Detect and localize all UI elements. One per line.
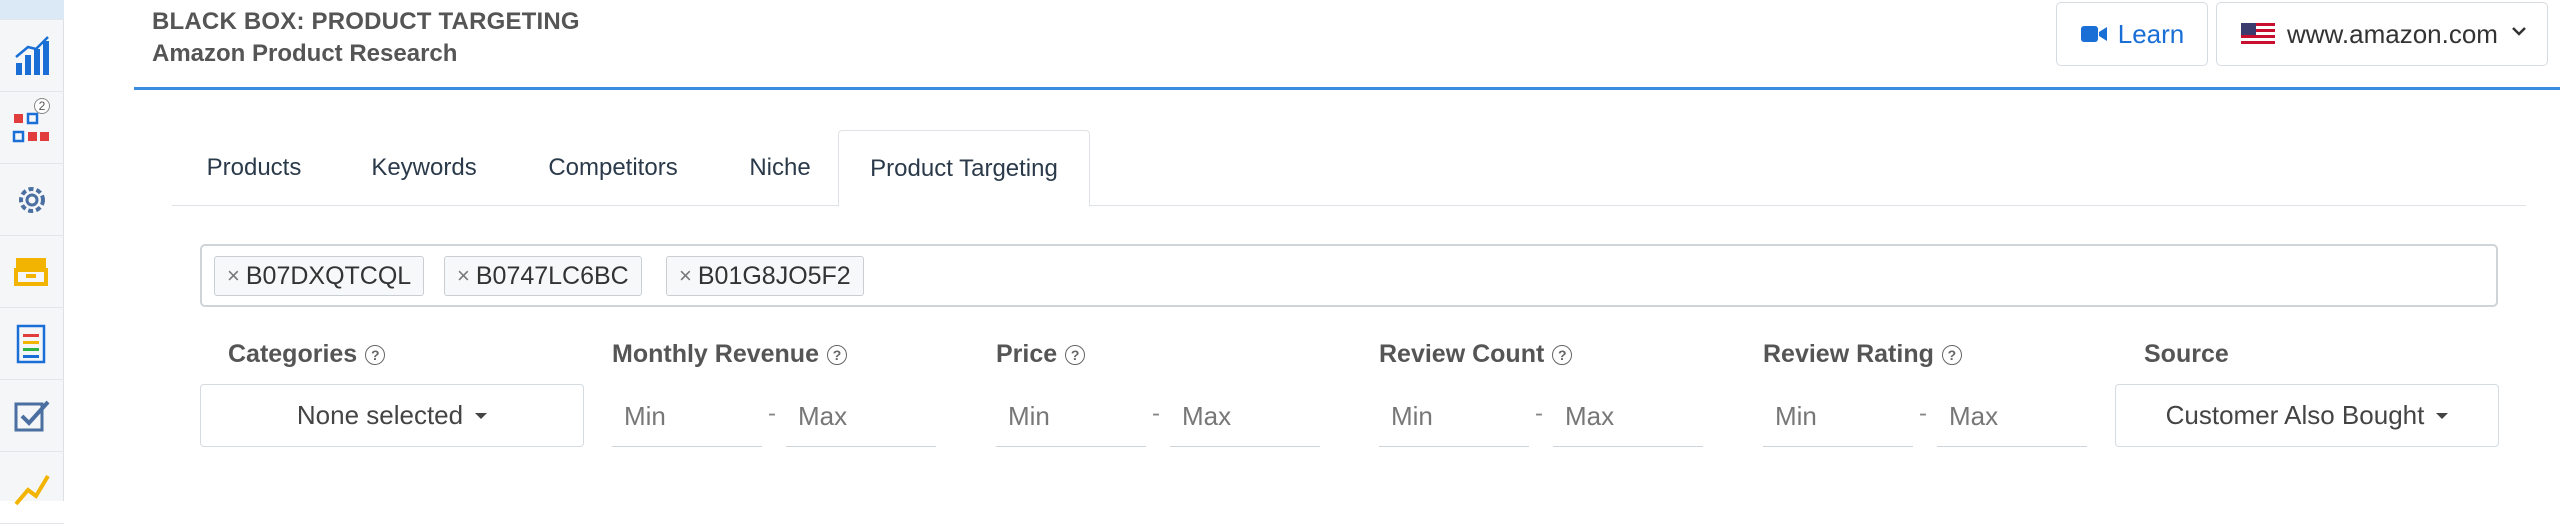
remove-icon[interactable]: × [457, 263, 470, 289]
sidebar-item-settings[interactable] [0, 164, 64, 236]
filter-label-review-count: Review Count ? [1379, 340, 1573, 369]
asin-chip[interactable]: × B07DXQTCQL [214, 256, 425, 296]
tab-niche[interactable]: Niche [714, 130, 846, 206]
categories-value: None selected [296, 400, 464, 430]
caret-down-icon [475, 412, 488, 419]
page-subtitle: Amazon Product Research [152, 40, 458, 67]
learn-button-label: Learn [2117, 18, 2185, 49]
range-separator: - [1919, 400, 1927, 427]
sidebar-item-compare[interactable]: 2 [0, 92, 64, 164]
help-icon[interactable]: ? [826, 344, 847, 365]
price-max-input[interactable] [1170, 386, 1320, 447]
tab-products[interactable]: Products [172, 130, 336, 206]
sidebar-item-box[interactable] [0, 0, 64, 20]
sidebar-item-reports[interactable] [0, 308, 64, 380]
checkbox-icon [14, 400, 50, 431]
tab-product-targeting[interactable]: Product Targeting [838, 130, 1090, 207]
help-icon[interactable]: ? [1065, 344, 1086, 365]
filter-label-categories: Categories ? [228, 340, 386, 369]
review-count-min-input[interactable] [1379, 386, 1529, 447]
caret-down-icon [2436, 412, 2449, 419]
asin-chip-label: B07DXQTCQL [245, 261, 412, 290]
asin-chip-label: B01G8JO5F2 [697, 261, 851, 290]
marketplace-select[interactable]: www.amazon.com [2216, 2, 2548, 66]
sidebar-item-tasks[interactable] [0, 380, 64, 452]
filter-label-monthly-revenue: Monthly Revenue ? [612, 340, 847, 369]
remove-icon[interactable]: × [227, 263, 240, 289]
monthly-revenue-max-input[interactable] [786, 386, 936, 447]
sidebar-item-analytics[interactable] [0, 20, 64, 92]
price-min-input[interactable] [996, 386, 1146, 447]
sidebar: 2 [0, 0, 64, 524]
list-document-icon [16, 324, 46, 363]
sidebar-item-trend[interactable] [0, 452, 64, 524]
review-rating-min-input[interactable] [1763, 386, 1913, 447]
filter-label-source: Source [2144, 340, 2229, 368]
drawer-icon [14, 257, 48, 286]
learn-button[interactable]: Learn [2056, 2, 2208, 66]
range-separator: - [1535, 400, 1543, 427]
asin-chip-label: B0747LC6BC [475, 261, 629, 290]
tab-keywords[interactable]: Keywords [336, 130, 512, 206]
notification-badge: 2 [34, 98, 50, 114]
review-rating-max-input[interactable] [1937, 386, 2087, 447]
chevron-down-icon [2512, 27, 2526, 36]
source-value: Customer Also Bought [2165, 400, 2425, 430]
monthly-revenue-min-input[interactable] [612, 386, 762, 447]
range-separator: - [1152, 400, 1160, 427]
video-camera-icon [2080, 26, 2107, 42]
bar-chart-icon [15, 35, 49, 75]
categories-dropdown[interactable]: None selected [200, 384, 584, 447]
help-icon[interactable]: ? [365, 344, 386, 365]
review-count-max-input[interactable] [1553, 386, 1703, 447]
tab-competitors[interactable]: Competitors [512, 130, 714, 206]
grid-compare-icon [12, 112, 49, 142]
asin-chip[interactable]: × B01G8JO5F2 [666, 256, 864, 296]
asin-input[interactable]: × B07DXQTCQL × B0747LC6BC × B01G8JO5F2 [200, 244, 2498, 307]
source-dropdown[interactable]: Customer Also Bought [2115, 384, 2499, 447]
marketplace-value: www.amazon.com [2287, 18, 2498, 49]
remove-icon[interactable]: × [679, 263, 692, 289]
asin-chip[interactable]: × B0747LC6BC [444, 256, 642, 296]
filter-label-review-rating: Review Rating ? [1763, 340, 1962, 369]
us-flag-icon [2241, 23, 2275, 45]
filter-label-price: Price ? [996, 340, 1086, 369]
tab-bar: Products Keywords Competitors Niche Prod… [172, 130, 2526, 207]
gear-icon [19, 186, 45, 213]
page-title: BLACK BOX: PRODUCT TARGETING [152, 8, 580, 35]
sidebar-item-drawer[interactable] [0, 236, 64, 308]
page-header: BLACK BOX: PRODUCT TARGETING Amazon Prod… [134, 0, 2560, 90]
help-icon[interactable]: ? [1941, 344, 1962, 365]
trend-icon [14, 474, 50, 505]
range-separator: - [768, 400, 776, 427]
help-icon[interactable]: ? [1552, 344, 1573, 365]
